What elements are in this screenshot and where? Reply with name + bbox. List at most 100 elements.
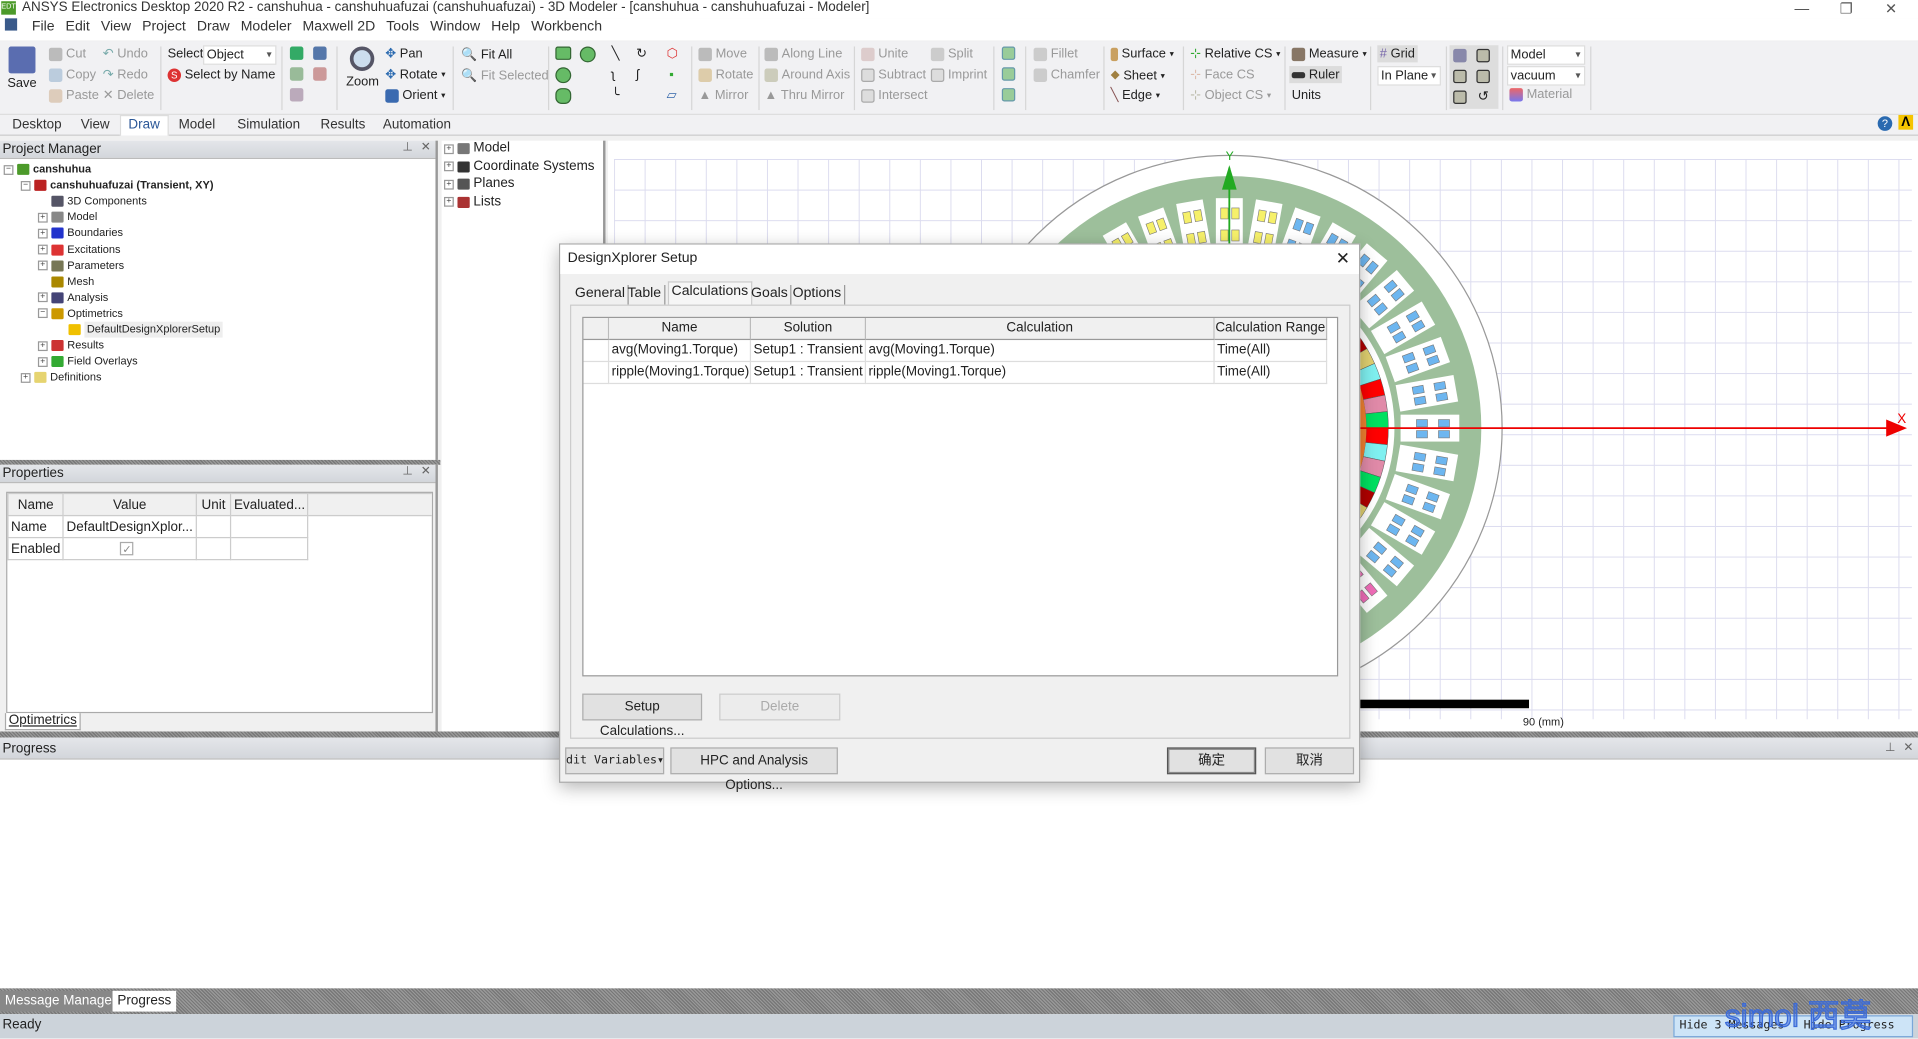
save-button[interactable]: Save	[7, 46, 37, 91]
panel-close-icon[interactable]: ✕	[1903, 741, 1913, 754]
duplicate-along-line-button[interactable]: Along Line	[764, 46, 842, 61]
expand-icon[interactable]: +	[37, 228, 48, 239]
tab-calculations[interactable]: Calculations	[667, 281, 752, 305]
draw-circle-icon[interactable]	[555, 67, 572, 84]
column-header[interactable]: Calculation	[866, 318, 1215, 341]
menu-file[interactable]: File	[32, 20, 55, 35]
menu-help[interactable]: Help	[491, 20, 520, 35]
tree-item-canshuhuafuzai-transient-xy[interactable]: − canshuhuafuzai (Transient, XY)	[20, 177, 214, 193]
rotate-object-button[interactable]: Rotate	[698, 67, 753, 82]
snap-grid-icon[interactable]	[1453, 48, 1467, 63]
expand-icon[interactable]: +	[444, 196, 454, 207]
minimize-button[interactable]: —	[1794, 0, 1809, 17]
menu-draw[interactable]: Draw	[197, 20, 230, 35]
expand-icon[interactable]: +	[444, 143, 454, 154]
select-by-name-button[interactable]: S Select by Name	[167, 67, 275, 82]
expand-icon[interactable]: +	[37, 340, 48, 351]
object-cs-button[interactable]: ⊹ Object CS ▾	[1190, 88, 1271, 103]
ok-button[interactable]: 确定	[1166, 747, 1257, 775]
duplicate-around-axis-button[interactable]: Around Axis	[764, 67, 850, 82]
delete-button[interactable]: ✕ Delete	[103, 88, 155, 103]
draw-region-icon[interactable]: ⬡	[667, 46, 678, 61]
delete-calculation-button[interactable]: Delete	[719, 693, 841, 721]
edge-button[interactable]: ╲ Edge ▾	[1111, 88, 1160, 103]
menu-edit[interactable]: Edit	[66, 20, 90, 35]
tree-item-3d-components[interactable]: +3D Components	[38, 193, 147, 209]
row-selector[interactable]	[583, 340, 610, 363]
model-tree-coordinate-systems[interactable]: + Coordinate Systems	[444, 158, 595, 174]
menu-tools[interactable]: Tools	[386, 20, 419, 35]
fillet-button[interactable]: Fillet	[1033, 46, 1078, 61]
menu-workbench[interactable]: Workbench	[531, 20, 602, 35]
material-button[interactable]: Material	[1509, 87, 1572, 102]
menu-project[interactable]: Project	[142, 20, 186, 35]
tree-item-mesh[interactable]: +Mesh	[38, 274, 94, 290]
close-button[interactable]: ✕	[1885, 0, 1897, 17]
ribbon-tab-model[interactable]: Model	[179, 117, 216, 132]
draw-polygon-icon[interactable]	[555, 88, 572, 104]
tree-item-canshuhua[interactable]: − canshuhua	[3, 161, 91, 177]
undo-button[interactable]: ↶ Undo	[103, 46, 148, 61]
tab-message-manager[interactable]: Message Manager	[0, 990, 122, 1012]
expand-icon[interactable]: +	[37, 260, 48, 271]
sweep-around-axis-icon[interactable]	[1001, 67, 1016, 81]
tree-item-definitions[interactable]: + Definitions	[20, 370, 102, 386]
subtract-button[interactable]: Subtract	[861, 67, 926, 82]
draw-plane-icon[interactable]: ▱	[667, 88, 677, 103]
duplicate-thru-mirror-button[interactable]: ▲ Thru Mirror	[765, 88, 845, 103]
name-value-field[interactable]: DefaultDesignXplor...	[62, 514, 197, 539]
ribbon-tab-draw[interactable]: Draw	[119, 114, 169, 136]
cancel-button[interactable]: 取消	[1264, 747, 1355, 775]
table-cell[interactable]: ripple(Moving1.Torque)	[866, 362, 1215, 385]
snap-arc-center-icon[interactable]: ↺	[1478, 88, 1489, 104]
collapse-icon[interactable]: −	[20, 180, 31, 191]
tab-general[interactable]: General	[572, 285, 629, 305]
column-header[interactable]: Calculation Range	[1214, 318, 1328, 341]
sweep-along-vector-icon[interactable]	[1001, 46, 1016, 60]
collapse-icon[interactable]: −	[37, 308, 48, 319]
draw-box-icon[interactable]	[555, 46, 572, 60]
expand-icon[interactable]: +	[20, 372, 31, 383]
split-button[interactable]: Split	[930, 46, 973, 61]
tree-item-model[interactable]: + Model	[37, 210, 97, 226]
expand-icon[interactable]: +	[37, 356, 48, 367]
setup-calculations-button[interactable]: Setup Calculations...	[582, 693, 703, 739]
collapse-icon[interactable]: −	[3, 164, 14, 175]
snap-face-center-icon[interactable]	[1476, 69, 1490, 84]
expand-icon[interactable]: +	[37, 292, 48, 303]
hide-messages-button[interactable]: Hide 3 Messages	[1679, 1019, 1784, 1032]
face-cs-button[interactable]: ⊹ Face CS	[1190, 67, 1254, 82]
draw-equation-curve-icon[interactable]: ʃ	[636, 67, 639, 82]
snap-quadrant-icon[interactable]	[1453, 90, 1467, 104]
hpc-analysis-options-button[interactable]: HPC and Analysis Options...	[670, 747, 838, 793]
expand-icon[interactable]: +	[444, 179, 454, 189]
expand-icon[interactable]: +	[37, 212, 48, 223]
pan-button[interactable]: ✥ Pan	[385, 46, 422, 61]
draw-center-arc-icon[interactable]: ╰	[612, 88, 620, 103]
table-cell[interactable]: avg(Moving1.Torque)	[609, 340, 752, 363]
pin-icon[interactable]: ⊥	[402, 141, 413, 154]
column-header[interactable]: Name	[609, 318, 752, 341]
tab-progress[interactable]: Progress	[112, 990, 177, 1012]
expand-icon[interactable]: +	[444, 161, 454, 172]
help-icon[interactable]: ?	[1877, 116, 1893, 131]
menu-view[interactable]: View	[101, 20, 131, 35]
zoom-button[interactable]: Zoom	[346, 46, 379, 89]
surface-button[interactable]: Surface ▾	[1110, 46, 1174, 61]
select-edge-icon[interactable]	[289, 67, 304, 81]
ribbon-tab-results[interactable]: Results	[320, 117, 365, 132]
select-face-icon[interactable]	[313, 46, 327, 60]
tree-item-boundaries[interactable]: + Boundaries	[37, 226, 123, 242]
column-header[interactable]: Solution	[751, 318, 867, 341]
dialog-close-button[interactable]: ✕	[1336, 248, 1350, 269]
tree-item-field-overlays[interactable]: + Field Overlays	[37, 354, 138, 370]
deselect-icon[interactable]	[313, 67, 327, 81]
draw-spline-icon[interactable]: ʅ	[612, 67, 615, 82]
mirror-button[interactable]: ▲ Mirror	[698, 88, 748, 103]
tree-item-excitations[interactable]: + Excitations	[37, 242, 121, 258]
imprint-button[interactable]: Imprint	[930, 67, 987, 82]
copy-button[interactable]: Copy	[48, 67, 96, 82]
panel-close-icon[interactable]: ✕	[421, 141, 431, 154]
tree-item-defaultdesignxplorersetup[interactable]: +DefaultDesignXplorerSetup	[55, 321, 223, 338]
model-tree-model[interactable]: + Model	[444, 141, 510, 157]
